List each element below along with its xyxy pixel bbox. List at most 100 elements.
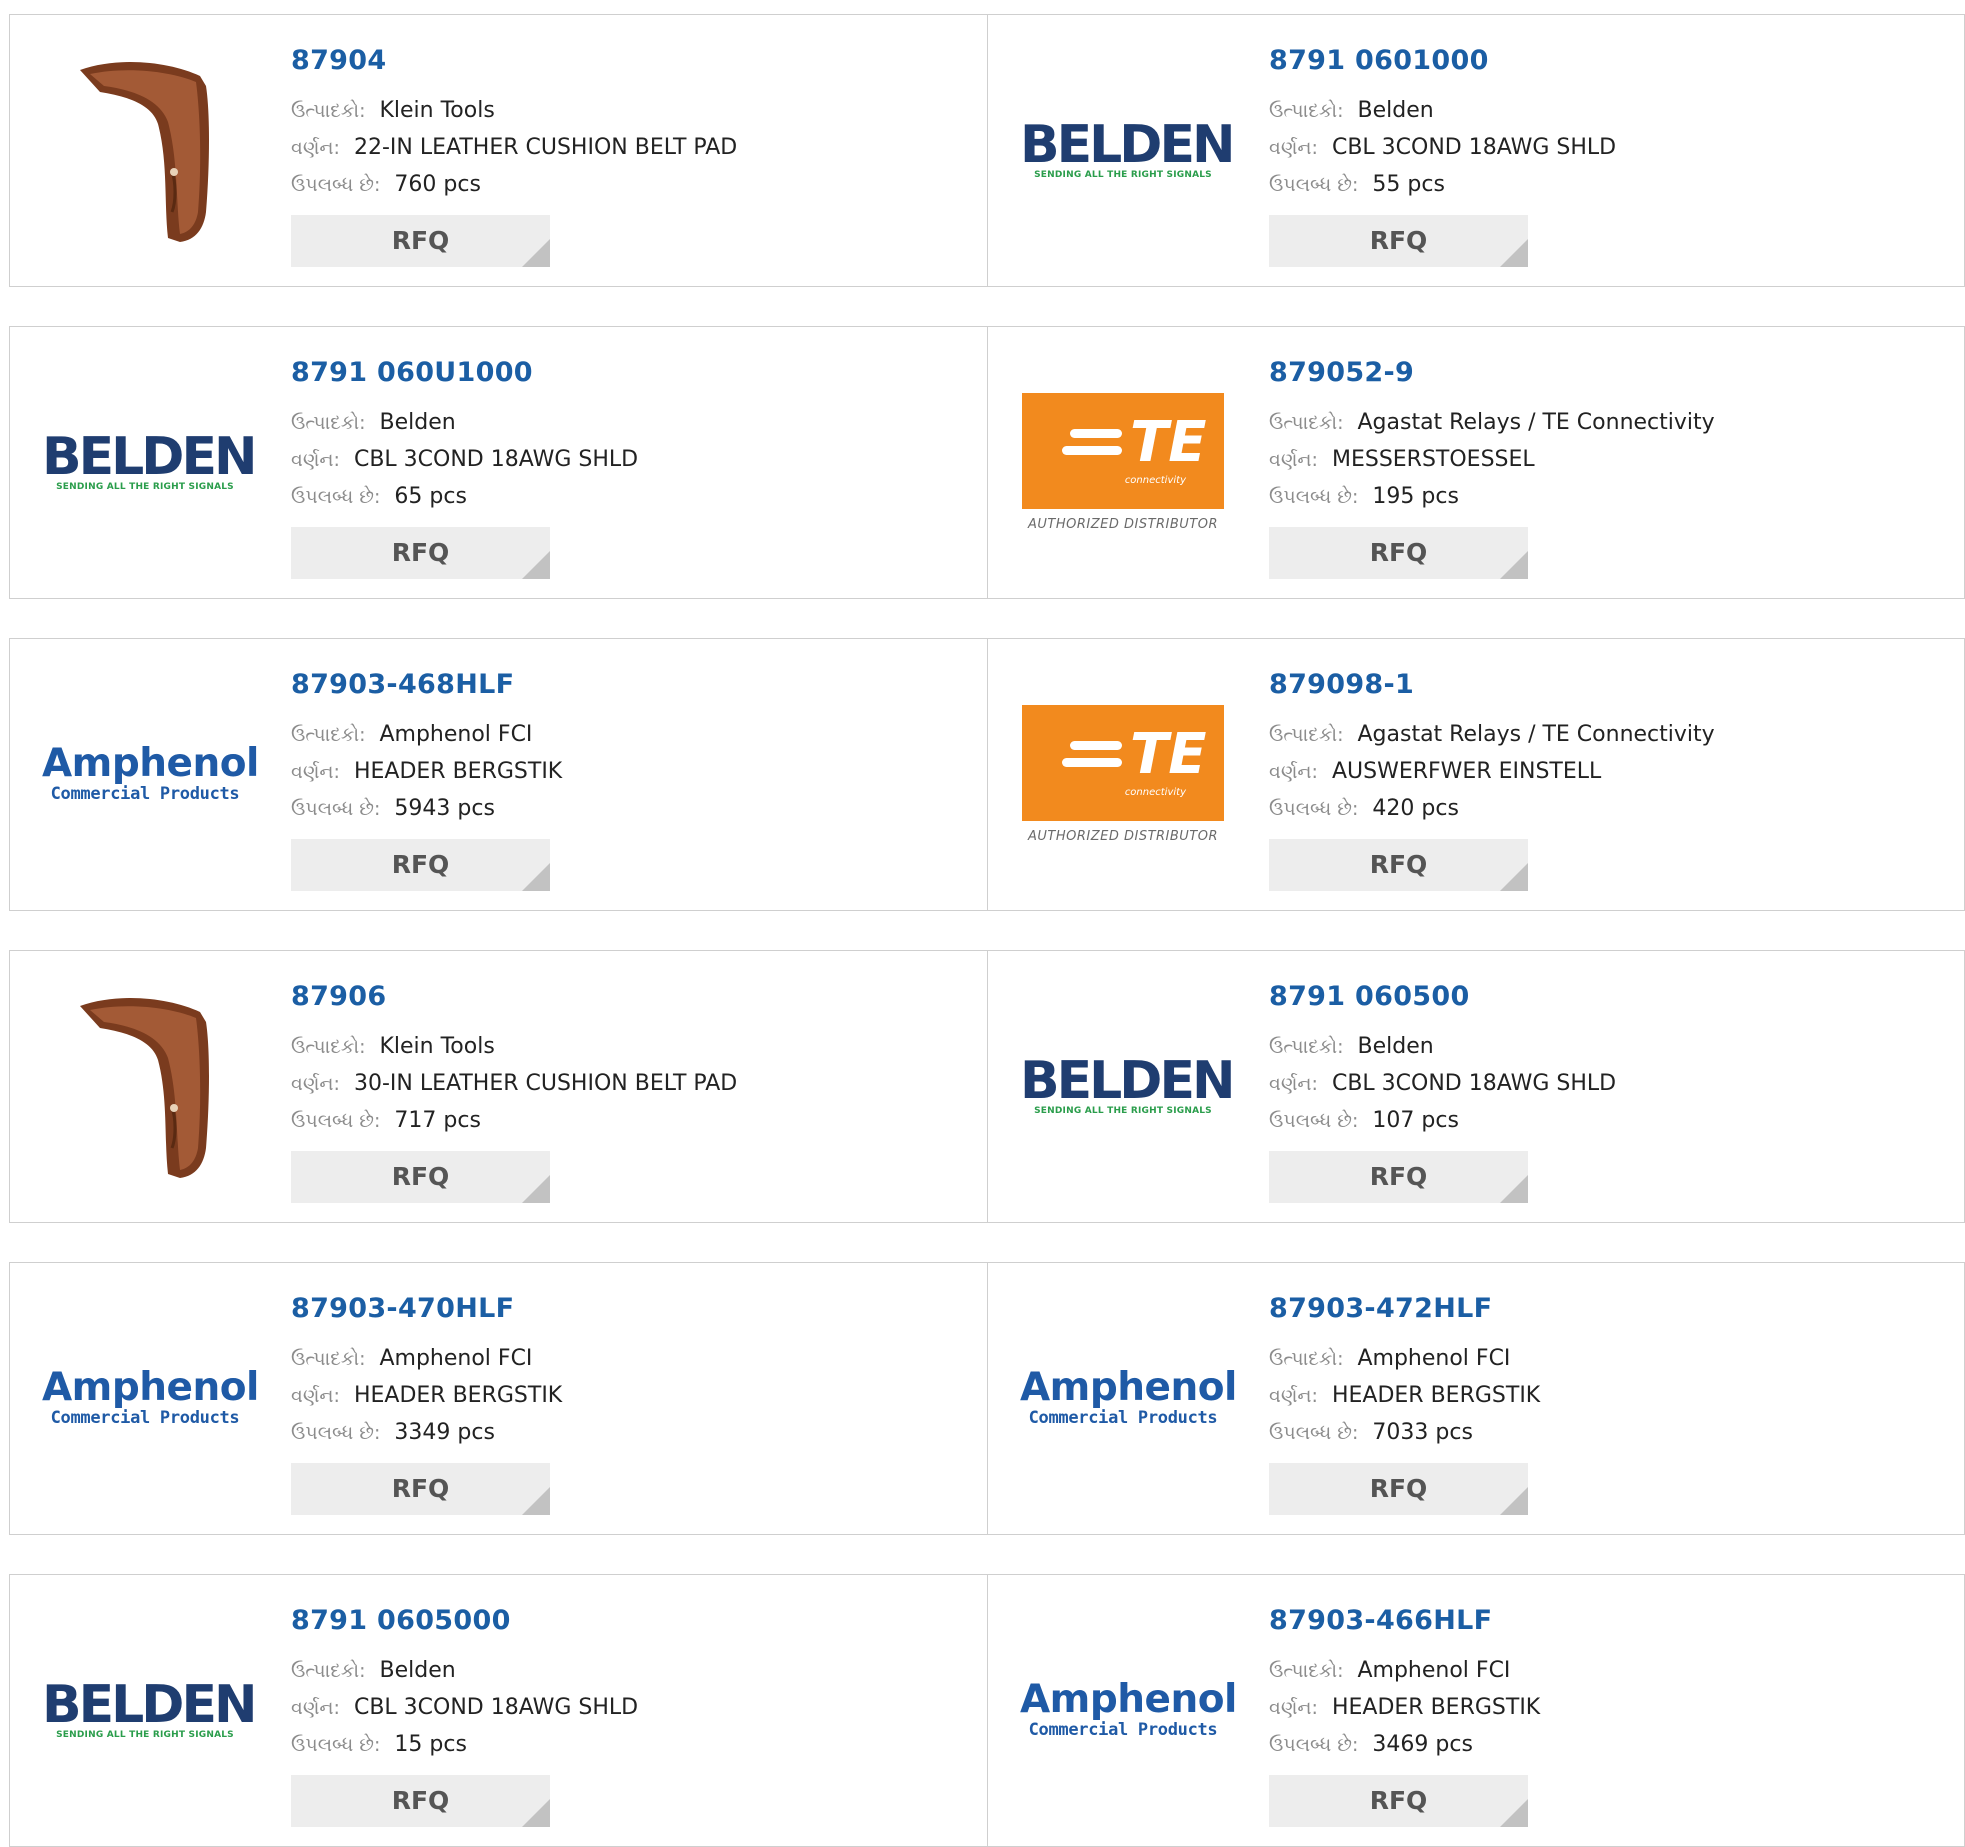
description-line: વર્ણન: AUSWERFWER EINSTELL	[1269, 757, 1601, 787]
manufacturer-value: Belden	[1357, 1034, 1434, 1059]
product-thumbnail[interactable]	[40, 55, 250, 245]
stock-value: 5943 pcs	[394, 796, 495, 821]
product-thumbnail[interactable]: Amphenol Commercial Products	[40, 1303, 259, 1493]
corner-triangle-icon	[1500, 1487, 1528, 1515]
rfq-button[interactable]: RFQ	[291, 839, 550, 891]
description-value: CBL 3COND 18AWG SHLD	[1331, 1071, 1617, 1096]
belden-logo: BELDEN SENDING ALL THE RIGHT SIGNALS	[1020, 115, 1236, 180]
description-label: વર્ણન:	[1269, 137, 1318, 159]
product-row: 87904 ઉત્પાદકો: Klein Tools વર્ણન: 22-IN LEA…	[9, 14, 1965, 287]
part-number-link[interactable]: 87903-468HLF	[291, 669, 514, 700]
rfq-label: RFQ	[1369, 1474, 1428, 1503]
corner-triangle-icon	[522, 1799, 550, 1827]
manufacturer-line: ઉત્પાદકો: Belden	[1269, 96, 1434, 126]
manufacturer-label: ઉત્પાદકો:	[291, 1036, 366, 1058]
description-label: વર્ણન:	[1269, 761, 1318, 783]
rfq-button[interactable]: RFQ	[291, 527, 550, 579]
description-label: વર્ણન:	[1269, 1073, 1318, 1095]
part-number-link[interactable]: 879052-9	[1269, 357, 1414, 388]
product-row: 87906 ઉત્પાદકો: Klein Tools વર્ણન: 30-IN LEA…	[9, 950, 1965, 1223]
availability-label: ઉપલબ્ધ છે:	[1269, 798, 1359, 820]
manufacturer-line: ઉત્પાદકો: Agastat Relays / TE Connectivit…	[1269, 408, 1715, 438]
part-number-link[interactable]: 8791 060500	[1269, 981, 1470, 1012]
product-thumbnail[interactable]: BELDEN SENDING ALL THE RIGHT SIGNALS	[1018, 991, 1236, 1181]
availability-line: ઉપલબ્ધ છે: 65 pcs	[291, 482, 467, 512]
product-thumbnail[interactable]: BELDEN SENDING ALL THE RIGHT SIGNALS	[1018, 55, 1236, 245]
availability-label: ઉપલબ્ધ છે:	[1269, 1110, 1359, 1132]
part-number-link[interactable]: 87906	[291, 981, 386, 1012]
availability-line: ઉપલબ્ધ છે: 15 pcs	[291, 1730, 467, 1760]
description-value: 30-IN LEATHER CUSHION BELT PAD	[353, 1071, 738, 1096]
stock-value: 195 pcs	[1372, 484, 1459, 509]
description-value: CBL 3COND 18AWG SHLD	[1331, 135, 1617, 160]
rfq-button[interactable]: RFQ	[1269, 1463, 1528, 1515]
rfq-button[interactable]: RFQ	[291, 215, 550, 267]
part-number-link[interactable]: 8791 0601000	[1269, 45, 1489, 76]
description-line: વર્ણન: CBL 3COND 18AWG SHLD	[291, 445, 638, 475]
part-number-link[interactable]: 87903-472HLF	[1269, 1293, 1492, 1324]
product-row: BELDEN SENDING ALL THE RIGHT SIGNALS 8791 …	[9, 1574, 1965, 1847]
rfq-label: RFQ	[391, 226, 450, 255]
rfq-button[interactable]: RFQ	[291, 1463, 550, 1515]
product-row: BELDEN SENDING ALL THE RIGHT SIGNALS 8791 …	[9, 326, 1965, 599]
part-number-link[interactable]: 87903-470HLF	[291, 1293, 514, 1324]
product-thumbnail[interactable]: TE connectivity AUTHORIZED DISTRIBUTOR	[1018, 367, 1228, 557]
product-thumbnail[interactable]: BELDEN SENDING ALL THE RIGHT SIGNALS	[40, 367, 258, 557]
rfq-button[interactable]: RFQ	[1269, 527, 1528, 579]
rfq-label: RFQ	[391, 1786, 450, 1815]
product-thumbnail[interactable]: Amphenol Commercial Products	[1018, 1615, 1237, 1805]
product-thumbnail[interactable]: Amphenol Commercial Products	[40, 679, 259, 869]
availability-line: ઉપલબ્ધ છે: 420 pcs	[1269, 794, 1459, 824]
description-line: વર્ણન: HEADER BERGSTIK	[1269, 1381, 1540, 1411]
rfq-button[interactable]: RFQ	[1269, 215, 1528, 267]
manufacturer-line: ઉત્પાદકો: Klein Tools	[291, 96, 495, 126]
availability-line: ઉપલબ્ધ છે: 5943 pcs	[291, 794, 495, 824]
availability-line: ઉપલબ્ધ છે: 3349 pcs	[291, 1418, 495, 1448]
availability-label: ઉપલબ્ધ છે:	[1269, 486, 1359, 508]
description-line: વર્ણન: CBL 3COND 18AWG SHLD	[1269, 133, 1616, 163]
manufacturer-label: ઉત્પાદકો:	[1269, 1036, 1344, 1058]
stock-value: 760 pcs	[394, 172, 481, 197]
part-number-link[interactable]: 8791 0605000	[291, 1605, 511, 1636]
part-number-link[interactable]: 87904	[291, 45, 386, 76]
product-thumbnail[interactable]: BELDEN SENDING ALL THE RIGHT SIGNALS	[40, 1615, 258, 1805]
stock-value: 65 pcs	[394, 484, 467, 509]
availability-label: ઉપલબ્ધ છે:	[291, 1422, 381, 1444]
availability-label: ઉપલબ્ધ છે:	[291, 1734, 381, 1756]
part-number-link[interactable]: 879098-1	[1269, 669, 1414, 700]
manufacturer-label: ઉત્પાદકો:	[1269, 100, 1344, 122]
product-row: Amphenol Commercial Products 87903-470HLF ઉ…	[9, 1262, 1965, 1535]
product-thumbnail[interactable]: TE connectivity AUTHORIZED DISTRIBUTOR	[1018, 679, 1228, 869]
description-label: વર્ણન:	[291, 1073, 340, 1095]
stock-value: 107 pcs	[1372, 1108, 1459, 1133]
availability-label: ઉપલબ્ધ છે:	[1269, 1734, 1359, 1756]
manufacturer-label: ઉત્પાદકો:	[1269, 1348, 1344, 1370]
rfq-button[interactable]: RFQ	[1269, 839, 1528, 891]
availability-line: ઉપલબ્ધ છે: 195 pcs	[1269, 482, 1459, 512]
manufacturer-label: ઉત્પાદકો:	[291, 412, 366, 434]
product-card: BELDEN SENDING ALL THE RIGHT SIGNALS 8791 …	[10, 1575, 987, 1846]
rfq-label: RFQ	[1369, 850, 1428, 879]
rfq-button[interactable]: RFQ	[291, 1151, 550, 1203]
product-thumbnail[interactable]	[40, 991, 250, 1181]
manufacturer-label: ઉત્પાદકો:	[291, 724, 366, 746]
rfq-button[interactable]: RFQ	[291, 1775, 550, 1827]
description-line: વર્ણન: CBL 3COND 18AWG SHLD	[1269, 1069, 1616, 1099]
product-card: Amphenol Commercial Products 87903-466HLF ઉ…	[987, 1575, 1964, 1846]
rfq-button[interactable]: RFQ	[1269, 1151, 1528, 1203]
description-line: વર્ણન: HEADER BERGSTIK	[291, 757, 562, 787]
part-number-link[interactable]: 8791 060U1000	[291, 357, 533, 388]
manufacturer-label: ઉત્પાદકો:	[291, 1348, 366, 1370]
product-thumbnail[interactable]: Amphenol Commercial Products	[1018, 1303, 1237, 1493]
manufacturer-label: ઉત્પાદકો:	[291, 1660, 366, 1682]
description-label: વર્ણન:	[1269, 449, 1318, 471]
availability-line: ઉપલબ્ધ છે: 107 pcs	[1269, 1106, 1459, 1136]
belden-logo: BELDEN SENDING ALL THE RIGHT SIGNALS	[1020, 1051, 1236, 1116]
manufacturer-label: ઉત્પાદકો:	[1269, 412, 1344, 434]
stock-value: 3469 pcs	[1372, 1732, 1473, 1757]
rfq-button[interactable]: RFQ	[1269, 1775, 1528, 1827]
availability-label: ઉપલબ્ધ છે:	[291, 798, 381, 820]
manufacturer-line: ઉત્પાદકો: Amphenol FCI	[291, 720, 532, 750]
part-number-link[interactable]: 87903-466HLF	[1269, 1605, 1492, 1636]
availability-line: ઉપલબ્ધ છે: 760 pcs	[291, 170, 481, 200]
